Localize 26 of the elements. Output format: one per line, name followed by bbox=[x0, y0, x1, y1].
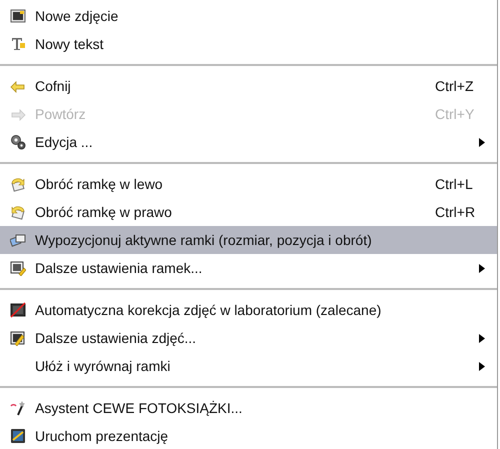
slideshow-icon bbox=[10, 428, 26, 444]
menu-item[interactable]: Automatyczna korekcja zdjęć w laboratorium (zalecane) bbox=[0, 296, 497, 324]
menu-item[interactable]: Cofnij Ctrl+Z bbox=[0, 72, 497, 100]
menu-item[interactable]: Ułóż i wyrównaj ramki bbox=[0, 352, 497, 380]
menu-item[interactable]: Wypozycjonuj aktywne ramki (rozmiar, pozycja i obrót) bbox=[0, 226, 497, 254]
gears-icon bbox=[10, 134, 26, 150]
menu-item[interactable]: Edycja ... bbox=[0, 128, 497, 156]
menu-item[interactable]: Uruchom prezentację bbox=[0, 422, 497, 449]
menu-item[interactable]: Obróć ramkę w prawo Ctrl+R bbox=[0, 198, 497, 226]
rotate-right-icon bbox=[10, 204, 26, 220]
photo-settings-icon bbox=[10, 330, 26, 346]
auto-correct-off-icon bbox=[10, 302, 26, 318]
menu-item[interactable]: Nowy tekst bbox=[0, 30, 497, 58]
menu-item[interactable]: Nowe zdjęcie bbox=[0, 2, 497, 30]
text-icon bbox=[10, 36, 26, 52]
redo-arrow-icon bbox=[10, 106, 26, 122]
menu-item[interactable]: Asystent CEWE FOTOKSIĄŻKI... bbox=[0, 394, 497, 422]
menu-item[interactable]: Dalsze ustawienia zdjęć... bbox=[0, 324, 497, 352]
menu-item[interactable]: Dalsze ustawienia ramek... bbox=[0, 254, 497, 282]
photo-icon bbox=[10, 8, 26, 24]
rotate-left-icon bbox=[10, 176, 26, 192]
menu-item[interactable]: Obróć ramkę w lewo Ctrl+L bbox=[0, 170, 497, 198]
undo-arrow-icon bbox=[10, 78, 26, 94]
magic-wand-icon bbox=[10, 400, 26, 416]
frames-icon bbox=[10, 232, 26, 248]
frame-settings-icon bbox=[10, 260, 26, 276]
